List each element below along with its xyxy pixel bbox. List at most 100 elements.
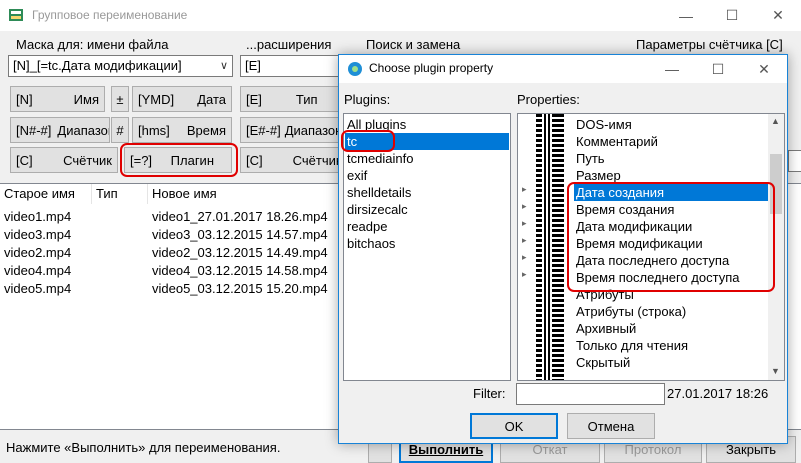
date-button-code: [YMD] (138, 91, 175, 107)
plugins-list[interactable]: All plugins tc tcmediainfo exif shelldet… (343, 113, 511, 381)
tc-highlight (341, 130, 395, 152)
time-button-text: Время (186, 122, 226, 138)
app-icon (9, 9, 23, 21)
file-new-name: video5_03.12.2015 15.20.mp4 (152, 281, 328, 296)
date-button[interactable]: [YMD] Дата (132, 86, 232, 112)
hash-button[interactable]: # (111, 117, 129, 143)
ok-button[interactable]: OK (470, 413, 558, 439)
plugin-item[interactable]: readpe (347, 218, 387, 235)
expand-icon[interactable]: ▸ (522, 184, 527, 195)
mask-group-label: Маска для: имени файла (14, 37, 171, 52)
run-button-label: Выполнить (408, 442, 484, 457)
dialog-close-icon[interactable]: ✕ (741, 55, 787, 83)
filter-input[interactable] (516, 383, 665, 405)
plugin-item[interactable]: tcmediainfo (347, 150, 413, 167)
plugin-item[interactable]: dirsizecalc (347, 201, 408, 218)
ext-type-code: [E] (246, 91, 262, 107)
dialog-maximize-icon[interactable]: ☐ (695, 55, 741, 83)
property-item[interactable]: Скрытый (576, 354, 630, 371)
plus-minus-button[interactable]: ± (111, 86, 129, 112)
file-old-name[interactable]: video1.mp4 (4, 209, 71, 224)
datetime-highlight (567, 182, 775, 292)
expand-icon[interactable]: ▸ (522, 201, 527, 212)
scroll-down-icon[interactable]: ▼ (771, 366, 780, 376)
name-button-code: [N] (16, 91, 33, 107)
range-button-text: Диапазон (57, 122, 110, 138)
file-old-name[interactable]: video2.mp4 (4, 245, 71, 260)
column-header-new[interactable]: Новое имя (148, 184, 348, 204)
property-item[interactable]: Архивный (576, 320, 636, 337)
file-old-name[interactable]: video4.mp4 (4, 263, 71, 278)
property-item[interactable]: Атрибуты (строка) (576, 303, 686, 320)
expand-icon[interactable]: ▸ (522, 218, 527, 229)
property-item[interactable]: DOS-имя (576, 116, 632, 133)
minimize-icon[interactable]: — (663, 0, 709, 31)
counter-combo[interactable] (788, 150, 801, 172)
log-button-label: Протокол (624, 442, 682, 457)
date-button-text: Дата (197, 91, 226, 107)
file-new-name: video1_27.01.2017 18.26.mp4 (152, 209, 328, 224)
scroll-up-icon[interactable]: ▲ (771, 116, 780, 126)
name-button[interactable]: [N] Имя (10, 86, 105, 112)
ext-counter-text: Счётчик (292, 152, 340, 168)
main-titlebar[interactable]: Групповое переименование — ☐ ✕ (0, 0, 801, 31)
close-button-label: Закрыть (725, 442, 777, 457)
ext-type-text: Тип (295, 91, 318, 107)
hash-label: # (116, 122, 124, 138)
plugin-dialog: Choose plugin property — ☐ ✕ Plugins: Pr… (338, 54, 788, 444)
plugins-label: Plugins: (344, 92, 391, 107)
filter-label: Filter: (473, 386, 506, 401)
name-button-text: Имя (73, 91, 99, 107)
ext-counter-button[interactable]: [C] Счётчик (240, 147, 340, 173)
maximize-icon[interactable]: ☐ (709, 0, 755, 31)
ext-mask-combo[interactable]: [E] (240, 55, 340, 77)
counter-group-label: Параметры счётчика [C] (634, 37, 785, 52)
name-mask-combo[interactable]: [N]_[=tc.Дата модификации] ∨ (8, 55, 233, 77)
ext-range-code: [E#-#] (246, 122, 281, 138)
undo-button-label: Откат (532, 442, 568, 457)
plugin-item[interactable]: shelldetails (347, 184, 411, 201)
dialog-app-icon (348, 62, 362, 76)
expand-icon[interactable]: ▸ (522, 235, 527, 246)
time-button-code: [hms] (138, 122, 170, 138)
ok-button-label: OK (504, 418, 524, 434)
file-new-name: video3_03.12.2015 14.57.mp4 (152, 227, 328, 242)
cancel-button[interactable]: Отмена (567, 413, 655, 439)
search-group-label: Поиск и замена (364, 37, 463, 52)
file-old-name[interactable]: video5.mp4 (4, 281, 71, 296)
expand-icon[interactable]: ▸ (522, 252, 527, 263)
ext-mask-value: [E] (245, 58, 261, 73)
plugin-highlight (120, 143, 238, 177)
counter-button[interactable]: [C] Счётчик (10, 147, 118, 173)
dialog-title: Choose plugin property (369, 61, 494, 75)
file-old-name[interactable]: video3.mp4 (4, 227, 71, 242)
chevron-down-icon[interactable]: ∨ (220, 59, 228, 72)
counter-button-code: [C] (16, 152, 33, 168)
expand-icon[interactable]: ▸ (522, 269, 527, 280)
column-header-type[interactable]: Тип (92, 184, 148, 204)
column-header-old[interactable]: Старое имя (0, 184, 92, 204)
name-mask-value: [N]_[=tc.Дата модификации] (13, 58, 182, 73)
property-item[interactable]: Путь (576, 150, 605, 167)
ext-group-label: ...расширения (244, 37, 334, 52)
properties-label: Properties: (517, 92, 580, 107)
property-item[interactable]: Только для чтения (576, 337, 688, 354)
plugin-item[interactable]: bitchaos (347, 235, 395, 252)
tree-lines: ▸ ▸ ▸ ▸ ▸ ▸ (518, 114, 574, 380)
ext-range-button[interactable]: [E#-#] Диапазон (240, 117, 340, 143)
dialog-titlebar[interactable]: Choose plugin property — ☐ ✕ (339, 55, 787, 83)
range-button-code: [N#-#] (16, 122, 52, 138)
time-button[interactable]: [hms] Время (132, 117, 232, 143)
counter-button-text: Счётчик (63, 152, 112, 168)
ext-range-text: Диапазон (284, 122, 340, 138)
ext-type-button[interactable]: [E] Тип (240, 86, 340, 112)
plugin-item[interactable]: exif (347, 167, 367, 184)
range-button[interactable]: [N#-#] Диапазон (10, 117, 110, 143)
dialog-minimize-icon[interactable]: — (649, 55, 695, 83)
close-icon[interactable]: ✕ (755, 0, 801, 31)
main-title: Групповое переименование (32, 8, 188, 22)
file-new-name: video4_03.12.2015 14.58.mp4 (152, 263, 328, 278)
property-item[interactable]: Комментарий (576, 133, 658, 150)
plus-minus-label: ± (116, 91, 124, 107)
file-new-name: video2_03.12.2015 14.49.mp4 (152, 245, 328, 260)
